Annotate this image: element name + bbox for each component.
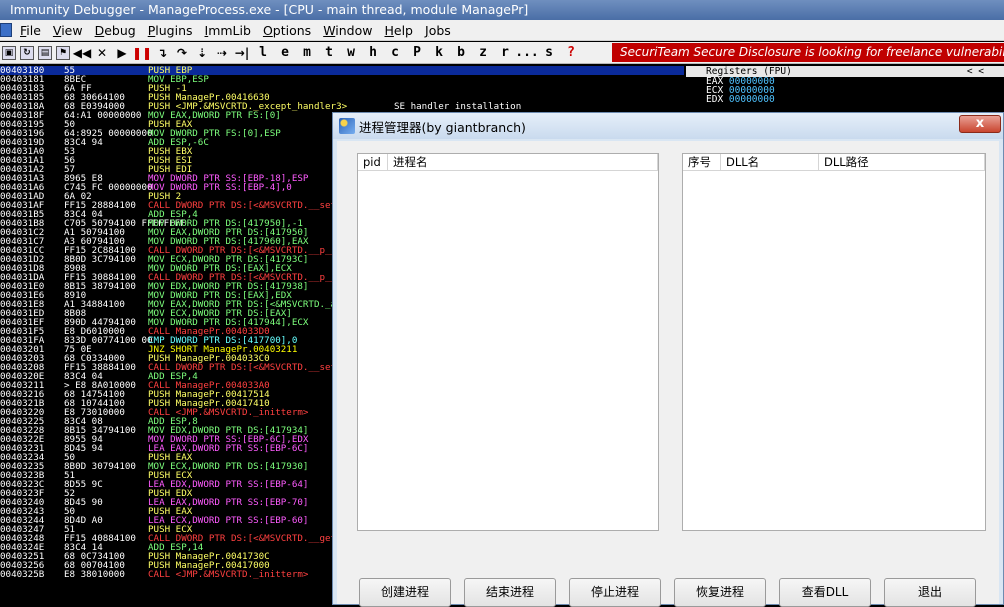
- create-process-button[interactable]: 创建进程: [359, 578, 451, 607]
- toolbar-run-trace[interactable]: ...: [515, 45, 538, 61]
- trace-over-icon[interactable]: ⇢: [214, 45, 230, 61]
- registers-nav-arrows[interactable]: < <: [967, 66, 984, 77]
- open-icon[interactable]: ▣: [2, 45, 16, 60]
- step-over-icon[interactable]: ↷: [174, 45, 190, 61]
- menu-view[interactable]: View: [47, 23, 89, 38]
- toolbar-z[interactable]: z: [474, 45, 492, 61]
- window-title-bar: Immunity Debugger - ManageProcess.exe - …: [0, 0, 1004, 20]
- disasm-hex: 64:A1 00000000: [64, 110, 142, 121]
- registers-pane[interactable]: Registers (FPU) < < EAX 00000000 ECX 000…: [686, 66, 1004, 114]
- attach-icon[interactable]: ⚑: [56, 45, 70, 60]
- registers-header: Registers (FPU) < <: [686, 66, 1004, 77]
- disasm-row[interactable]: 00403181 8BEC MOV EBP,ESP: [0, 75, 684, 84]
- sponsor-banner[interactable]: SecuriTeam Secure Disclosure is looking …: [612, 43, 1004, 62]
- column-dll-name[interactable]: DLL名: [721, 154, 819, 170]
- stop-icon[interactable]: ✕: [94, 45, 110, 61]
- process-list[interactable]: pid 进程名: [357, 153, 659, 531]
- register-name: EDX: [706, 94, 724, 105]
- disasm-row[interactable]: 00403180 55 PUSH EBP: [0, 66, 684, 75]
- restart-icon[interactable]: ↻: [20, 45, 34, 60]
- toolbar-threads[interactable]: t: [320, 45, 338, 61]
- dll-list[interactable]: 序号 DLL名 DLL路径: [682, 153, 986, 531]
- toolbar-log[interactable]: l: [254, 45, 272, 61]
- process-manager-dialog: 进程管理器(by giantbranch) x pid 进程名 序号 DLL名 …: [332, 112, 1004, 607]
- toolbar-breakpoints[interactable]: b: [452, 45, 470, 61]
- disasm-address: 0040325B: [0, 569, 45, 580]
- toolbar-callstack[interactable]: k: [430, 45, 448, 61]
- rewind-icon[interactable]: ◀◀: [73, 45, 91, 61]
- disasm-instruction: CALL <JMP.&MSVCRTD._initterm>: [148, 569, 309, 580]
- app-window-icon: [339, 118, 355, 134]
- process-list-header: pid 进程名: [358, 154, 658, 171]
- column-dll-path[interactable]: DLL路径: [819, 154, 985, 170]
- pause-icon[interactable]: ❚❚: [132, 45, 152, 61]
- dialog-body: pid 进程名 序号 DLL名 DLL路径 创建进程 结束进程 停止进程 恢复进…: [337, 141, 999, 607]
- toolbar-patches[interactable]: P: [408, 45, 426, 61]
- register-edx: EDX 00000000: [686, 94, 1004, 105]
- menu-debug[interactable]: Debug: [89, 23, 142, 38]
- exit-button[interactable]: 退出: [884, 578, 976, 607]
- column-index[interactable]: 序号: [683, 154, 721, 170]
- toolbar-source[interactable]: s: [540, 45, 558, 61]
- menu-options[interactable]: Options: [257, 23, 317, 38]
- dll-list-header: 序号 DLL名 DLL路径: [683, 154, 985, 171]
- dialog-title-bar[interactable]: 进程管理器(by giantbranch) x: [333, 113, 1003, 139]
- toolbar-references[interactable]: r: [496, 45, 514, 61]
- menu-immlib[interactable]: ImmLib: [199, 23, 257, 38]
- toolbar: ▣ ↻ ▤ ⚑ ◀◀ ✕ ▶ ❚❚ ↴ ↷ ⇣ ⇢ →| l e m t w h…: [0, 42, 1004, 64]
- menu-file[interactable]: File: [14, 23, 47, 38]
- execute-till-return-icon[interactable]: →|: [234, 45, 250, 61]
- disasm-comment: SE handler installation: [394, 101, 522, 112]
- toolbar-memory[interactable]: m: [298, 45, 316, 61]
- end-process-button[interactable]: 结束进程: [464, 578, 556, 607]
- toolbar-cpu[interactable]: c: [386, 45, 404, 61]
- column-pid[interactable]: pid: [358, 154, 388, 170]
- toolbar-windows[interactable]: w: [342, 45, 360, 61]
- disasm-hex: E8 38010000: [64, 569, 125, 580]
- column-process-name[interactable]: 进程名: [388, 154, 658, 170]
- menu-window[interactable]: Window: [317, 23, 378, 38]
- close-file-icon[interactable]: ▤: [38, 45, 52, 60]
- suspend-process-button[interactable]: 停止进程: [569, 578, 661, 607]
- step-into-icon[interactable]: ↴: [154, 45, 170, 61]
- close-button[interactable]: x: [959, 115, 1001, 133]
- dialog-title: 进程管理器(by giantbranch): [359, 119, 526, 135]
- view-dll-button[interactable]: 查看DLL: [779, 578, 871, 607]
- registers-title: Registers (FPU): [706, 66, 792, 77]
- app-icon[interactable]: [0, 23, 12, 37]
- menu-bar: File View Debug Plugins ImmLib Options W…: [0, 20, 1004, 41]
- menu-plugins[interactable]: Plugins: [142, 23, 199, 38]
- resume-process-button[interactable]: 恢复进程: [674, 578, 766, 607]
- menu-jobs[interactable]: Jobs: [419, 23, 457, 38]
- toolbar-handles[interactable]: h: [364, 45, 382, 61]
- window-title: Immunity Debugger - ManageProcess.exe - …: [10, 2, 529, 17]
- run-icon[interactable]: ▶: [114, 45, 130, 61]
- register-value: 00000000: [728, 94, 775, 105]
- toolbar-executables[interactable]: e: [276, 45, 294, 61]
- menu-help[interactable]: Help: [378, 23, 419, 38]
- toolbar-help[interactable]: ?: [562, 45, 580, 61]
- trace-into-icon[interactable]: ⇣: [194, 45, 210, 61]
